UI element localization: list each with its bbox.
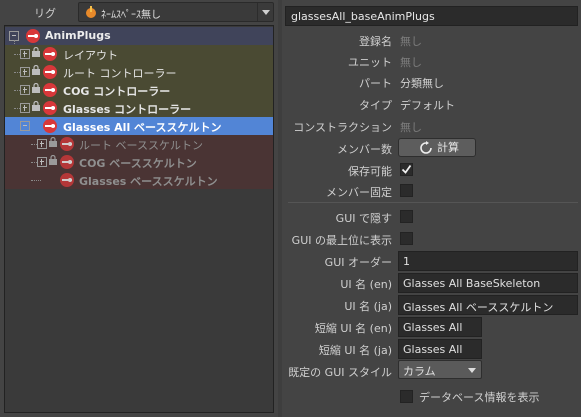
plug-icon — [60, 155, 74, 169]
lock-icon — [32, 65, 40, 75]
lock-icon — [32, 47, 40, 57]
gui-top-checkbox[interactable] — [400, 232, 413, 245]
expand-icon[interactable] — [37, 157, 47, 167]
construction-value: 無し — [400, 121, 422, 134]
tree-item[interactable]: ルート ベーススケルトン — [5, 135, 273, 153]
unit-label: ユニット — [348, 56, 392, 69]
plug-icon — [60, 137, 74, 151]
tree-item[interactable]: ルート コントローラー — [5, 63, 273, 81]
tree-root-row[interactable]: AnimPlugs — [5, 27, 273, 45]
short-ui-name-ja-label: 短縮 UI 名 (ja) — [318, 344, 392, 357]
tree-item[interactable]: COG ベーススケルトン — [5, 153, 273, 171]
plug-icon — [43, 65, 57, 79]
lock-icon — [32, 83, 40, 93]
expand-icon[interactable] — [20, 49, 30, 59]
tree-item[interactable]: COG コントローラー — [5, 81, 273, 99]
anim-plugs-window: リグ ﾈｰﾑｽﾍﾟｰｽ無し AnimPlugs レイアウト ルート コントローラ… — [0, 0, 581, 417]
refresh-icon — [420, 141, 432, 154]
tree-item-label: Glasses ベーススケルトン — [79, 175, 218, 188]
tree-root-label: AnimPlugs — [45, 29, 111, 42]
tree-item[interactable]: Glasses コントローラー — [5, 99, 273, 117]
default-gui-style-label: 既定の GUI スタイル — [288, 366, 392, 379]
part-label: パート — [359, 77, 392, 90]
member-count-label: メンバー数 — [337, 143, 392, 156]
tree-item-selected[interactable]: Glasses All ベーススケルトン — [5, 117, 273, 135]
short-ui-name-en-field[interactable]: Glasses All — [398, 317, 482, 337]
tree-item-label: COG ベーススケルトン — [79, 157, 197, 170]
chevron-down-icon[interactable] — [468, 368, 476, 373]
ui-name-en-label: UI 名 (en) — [340, 278, 392, 291]
properties-panel: glassesAll_baseAnimPlugs 登録名 無し ユニット 無し … — [282, 0, 581, 417]
gui-order-field[interactable]: 1 — [398, 251, 578, 271]
type-value: デフォルト — [400, 99, 455, 112]
tree-item-label: Glasses コントローラー — [63, 103, 192, 116]
expand-icon[interactable] — [20, 67, 30, 77]
lock-icon — [49, 137, 57, 147]
construction-label: コンストラクション — [293, 121, 392, 134]
registered-name-label: 登録名 — [359, 35, 392, 48]
tree-item[interactable]: Glasses ベーススケルトン — [5, 171, 273, 189]
plug-tree[interactable]: AnimPlugs レイアウト ルート コントローラー COG コントローラー … — [4, 25, 274, 413]
type-label: タイプ — [359, 99, 392, 112]
tree-item-label: Glasses All ベーススケルトン — [63, 121, 222, 134]
expand-icon[interactable] — [37, 139, 47, 149]
ui-name-en-field[interactable]: Glasses All BaseSkeleton — [398, 273, 578, 293]
rig-icon — [86, 6, 96, 18]
gui-hide-label: GUI で隠す — [335, 212, 392, 225]
plug-icon — [43, 101, 57, 115]
rig-dropdown[interactable]: ﾈｰﾑｽﾍﾟｰｽ無し — [78, 2, 274, 22]
ui-name-ja-label: UI 名 (ja) — [344, 300, 392, 313]
left-panel: リグ ﾈｰﾑｽﾍﾟｰｽ無し AnimPlugs レイアウト ルート コントローラ… — [0, 0, 280, 417]
tree-item[interactable]: レイアウト — [5, 45, 273, 63]
gui-hide-checkbox[interactable] — [400, 210, 413, 223]
show-db-info-checkbox[interactable] — [400, 390, 413, 403]
section-divider — [288, 202, 578, 203]
member-fixed-checkbox[interactable] — [400, 184, 413, 197]
plug-icon — [43, 83, 57, 97]
calculate-button[interactable]: 計算 — [398, 138, 476, 157]
collapse-icon[interactable] — [20, 121, 30, 131]
gui-order-label: GUI オーダー — [324, 256, 392, 269]
default-gui-style-value: カラム — [403, 365, 436, 378]
gui-top-label: GUI の最上位に表示 — [291, 234, 392, 247]
tree-item-label: ルート コントローラー — [63, 67, 177, 80]
tree-item-label: COG コントローラー — [63, 85, 171, 98]
lock-icon — [49, 155, 57, 165]
ui-name-ja-field[interactable]: Glasses All ベーススケルトン — [398, 295, 578, 315]
plug-icon — [43, 47, 57, 61]
checkmark-icon — [401, 164, 412, 174]
expand-icon[interactable] — [20, 103, 30, 113]
short-ui-name-ja-field[interactable]: Glasses All — [398, 339, 482, 359]
plug-icon — [60, 173, 74, 187]
tree-item-label: レイアウト — [63, 49, 118, 62]
member-fixed-label: メンバー固定 — [326, 186, 392, 199]
registered-name-value: 無し — [400, 35, 422, 48]
show-db-info-label: データベース情報を表示 — [419, 391, 540, 404]
rig-dropdown-value: ﾈｰﾑｽﾍﾟｰｽ無し — [101, 10, 161, 21]
tree-item-label: ルート ベーススケルトン — [79, 139, 203, 152]
plug-name-field[interactable]: glassesAll_baseAnimPlugs — [285, 6, 578, 26]
rig-selector-row: リグ ﾈｰﾑｽﾍﾟｰｽ無し — [0, 0, 278, 24]
short-ui-name-en-label: 短縮 UI 名 (en) — [314, 322, 392, 335]
lock-icon — [32, 101, 40, 111]
part-value: 分類無し — [400, 77, 444, 90]
chevron-down-icon[interactable] — [257, 3, 273, 21]
calculate-button-label: 計算 — [437, 141, 459, 154]
expand-icon[interactable] — [20, 85, 30, 95]
unit-value: 無し — [400, 56, 422, 69]
plug-icon — [26, 29, 40, 43]
default-gui-style-dropdown[interactable]: カラム — [398, 360, 482, 379]
rig-label: リグ — [34, 7, 56, 20]
savable-label: 保存可能 — [348, 165, 392, 178]
plug-icon — [43, 119, 57, 133]
savable-checkbox[interactable] — [400, 163, 413, 176]
